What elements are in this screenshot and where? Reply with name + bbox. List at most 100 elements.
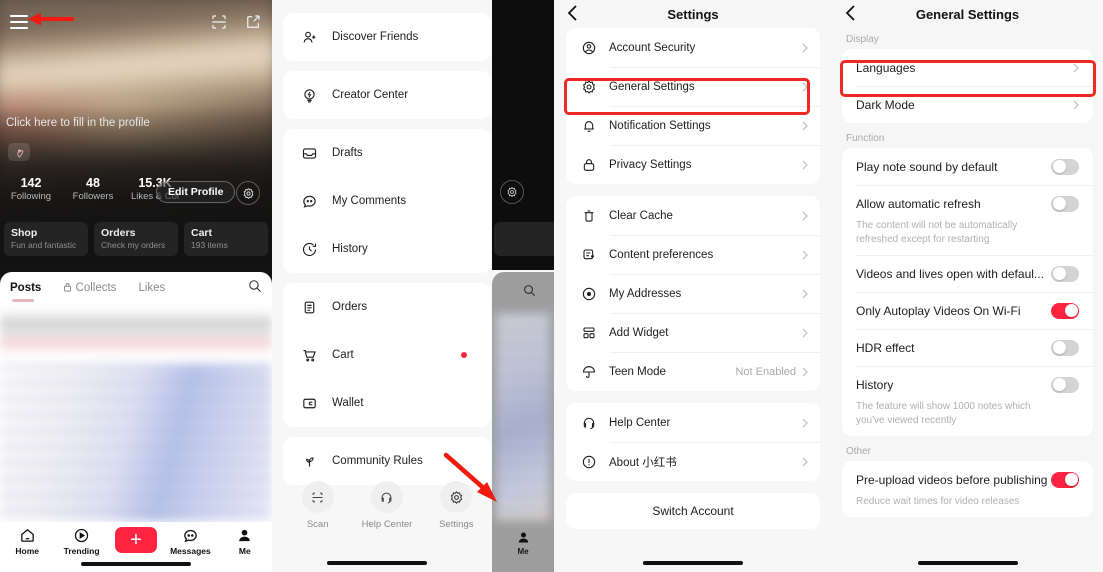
chevron-right-icon [802, 43, 808, 52]
chevron-right-icon [802, 457, 808, 466]
settings-screen: Settings Account Security General Settin… [554, 0, 832, 572]
drawer-action-help-center[interactable]: Help Center [352, 481, 421, 530]
drawer-item-label: Community Rules [332, 455, 423, 467]
side-drawer-screen: Me Discover Friends Creator Center Draft… [272, 0, 554, 572]
profile-top-actions [210, 13, 262, 31]
drawer-item-cart[interactable]: Cart [283, 331, 491, 379]
feed-item[interactable] [0, 310, 272, 354]
general-item-history[interactable]: History [842, 366, 1093, 403]
home-indicator [327, 561, 427, 565]
drawer-group: Drafts My Comments History [283, 129, 491, 273]
widget-icon [580, 324, 598, 342]
general-item-allow-automatic-refresh[interactable]: Allow automatic refresh [842, 185, 1093, 222]
back-chevron-icon[interactable] [844, 4, 858, 22]
wallet-icon [299, 393, 319, 413]
plus-icon[interactable]: + [115, 527, 158, 553]
edit-profile-button[interactable]: Edit Profile [156, 181, 236, 203]
scan-icon[interactable] [210, 13, 228, 31]
settings-item-label: Notification Settings [609, 119, 711, 132]
toggle-pre-upload-videos[interactable] [1051, 471, 1079, 488]
general-item-label: Videos and lives open with defaul... [856, 266, 1044, 281]
tab-posts[interactable]: Posts [10, 282, 41, 294]
share-icon[interactable] [244, 13, 262, 31]
drawer-group: Creator Center [283, 71, 491, 119]
general-item-autoplay-wifi[interactable]: Only Autoplay Videos On Wi-Fi [842, 292, 1093, 329]
drawer-item-discover-friends[interactable]: Discover Friends [283, 13, 491, 61]
inbox-icon [299, 143, 319, 163]
general-item-label: History [856, 377, 894, 392]
general-item-videos-open-default[interactable]: Videos and lives open with defaul... [842, 255, 1093, 292]
settings-item-add-widget[interactable]: Add Widget [566, 313, 820, 352]
settings-item-label: About 小红书 [609, 456, 677, 469]
settings-item-notification-settings[interactable]: Notification Settings [566, 106, 820, 145]
chevron-right-icon [1073, 100, 1079, 109]
card-title: Shop [11, 227, 38, 239]
feed-item[interactable] [0, 364, 272, 522]
cart-badge-dot [461, 352, 467, 358]
settings-item-my-addresses[interactable]: My Addresses [566, 274, 820, 313]
card-cart[interactable]: Cart 193 items [184, 222, 268, 256]
drawer-item-creator-center[interactable]: Creator Center [283, 71, 491, 119]
settings-item-clear-cache[interactable]: Clear Cache [566, 196, 820, 235]
drawer-item-my-comments[interactable]: My Comments [283, 177, 491, 225]
general-item-play-note-sound[interactable]: Play note sound by default [842, 148, 1093, 185]
toggle-videos-open-default[interactable] [1051, 265, 1079, 282]
fill-profile-hint[interactable]: Click here to fill in the profile [6, 117, 150, 129]
nav-me[interactable]: Me [218, 527, 272, 556]
nav-home[interactable]: Home [0, 527, 54, 556]
drawer-item-orders[interactable]: Orders [283, 283, 491, 331]
settings-group-account: Account Security General Settings Notifi… [566, 28, 820, 184]
drawer-item-history[interactable]: History [283, 225, 491, 273]
settings-group-preferences: Clear Cache Content preferences My Addre… [566, 196, 820, 391]
account-icon [580, 39, 598, 57]
nav-messages[interactable]: Messages [163, 527, 217, 556]
toggle-hdr-effect[interactable] [1051, 339, 1079, 356]
drawer-action-scan[interactable]: Scan [283, 481, 352, 530]
drawer-item-label: Discover Friends [332, 31, 419, 43]
settings-item-content-preferences[interactable]: Content preferences [566, 235, 820, 274]
chevron-right-icon [802, 289, 808, 298]
settings-item-teen-mode[interactable]: Teen Mode Not Enabled [566, 352, 820, 391]
stat-followers[interactable]: 48 Followers [68, 176, 118, 203]
general-group-display: Languages Dark Mode [842, 49, 1093, 123]
page-title: General Settings [915, 6, 1020, 22]
drawer-item-drafts[interactable]: Drafts [283, 129, 491, 177]
general-item-languages[interactable]: Languages [842, 49, 1093, 86]
toggle-allow-automatic-refresh[interactable] [1051, 195, 1079, 212]
back-chevron-icon[interactable] [566, 4, 580, 22]
general-item-pre-upload-videos[interactable]: Pre-upload videos before publishing [842, 461, 1093, 498]
profile-settings-gear-icon[interactable] [236, 181, 260, 205]
headset-icon [370, 481, 403, 513]
card-subtitle: Fun and fantastic [11, 240, 77, 250]
nav-me: Me [492, 530, 554, 556]
tab-likes[interactable]: Likes [138, 282, 165, 294]
settings-item-general-settings[interactable]: General Settings [566, 67, 820, 106]
toggle-history[interactable] [1051, 376, 1079, 393]
switch-account-button[interactable]: Switch Account [566, 493, 820, 529]
lock-icon [580, 156, 598, 174]
chevron-right-icon [802, 367, 808, 376]
settings-item-privacy-settings[interactable]: Privacy Settings [566, 145, 820, 184]
chevron-right-icon [802, 160, 808, 169]
general-item-dark-mode[interactable]: Dark Mode [842, 86, 1093, 123]
tab-collects[interactable]: Collects [63, 282, 116, 294]
card-shop[interactable]: Shop Fun and fantastic [4, 222, 88, 256]
settings-item-about[interactable]: About 小红书 [566, 442, 820, 481]
settings-item-account-security[interactable]: Account Security [566, 28, 820, 67]
card-subtitle: Check my orders [101, 240, 166, 250]
general-item-hdr-effect[interactable]: HDR effect [842, 329, 1093, 366]
nav-create[interactable]: + [109, 527, 163, 553]
chevron-right-icon [802, 418, 808, 427]
drawer-item-wallet[interactable]: Wallet [283, 379, 491, 427]
settings-item-help-center[interactable]: Help Center [566, 403, 820, 442]
settings-item-label: Help Center [609, 416, 671, 429]
general-item-description: The content will not be automatically re… [856, 220, 1018, 245]
toggle-play-note-sound[interactable] [1051, 158, 1079, 175]
stat-following[interactable]: 142 Following [6, 176, 56, 203]
home-indicator [643, 561, 743, 565]
nav-trending[interactable]: Trending [54, 527, 108, 556]
card-orders[interactable]: Orders Check my orders [94, 222, 178, 256]
toggle-autoplay-wifi[interactable] [1051, 302, 1079, 319]
search-icon[interactable] [248, 279, 262, 298]
location-badge[interactable] [8, 143, 30, 161]
